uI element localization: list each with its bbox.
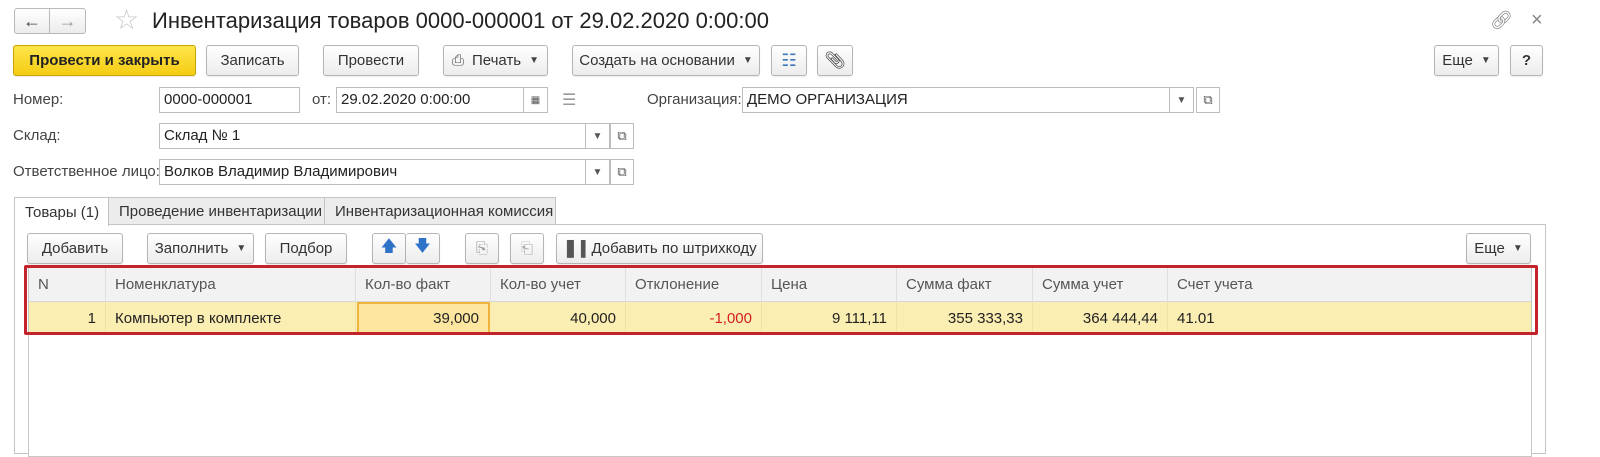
add-button[interactable]: Добавить <box>27 233 123 264</box>
fill-button[interactable]: Заполнить ▼ <box>147 233 254 264</box>
table-header: N Номенклатура Кол-во факт Кол-во учет О… <box>29 268 1531 302</box>
copy-button[interactable]: ⎘ <box>465 233 499 264</box>
move-down-button[interactable]: 🡇︎ <box>406 233 440 264</box>
post-and-close-button[interactable]: Провести и закрыть <box>13 45 196 76</box>
warehouse-label: Склад: <box>13 127 61 144</box>
chevron-down-icon[interactable]: ▼ <box>1170 87 1194 113</box>
create-based-on-button[interactable]: Создать на основании ▼ <box>572 45 760 76</box>
column-header-qty-fact[interactable]: Кол-во факт <box>356 268 491 302</box>
column-header-n[interactable]: N <box>29 268 106 302</box>
arrow-up-icon: 🡅︎ <box>380 238 398 255</box>
chevron-down-icon[interactable]: ▼ <box>586 159 610 185</box>
open-icon[interactable]: ⧉ <box>610 159 634 185</box>
attach-button[interactable]: 📎︎ <box>817 45 853 76</box>
paperclip-icon: 📎︎ <box>824 50 846 70</box>
help-button[interactable]: ? <box>1510 45 1543 76</box>
close-icon[interactable]: × <box>1531 8 1543 32</box>
paste-icon: ⎗ <box>520 240 533 257</box>
barcode-icon: ▐▌▐ <box>562 239 585 258</box>
structure-icon: ☷ <box>781 50 797 70</box>
cell-price[interactable]: 9 111,11 <box>762 302 897 335</box>
table-more-label: Еще <box>1474 240 1505 257</box>
responsible-label: Ответственное лицо: <box>13 163 160 180</box>
column-header-deviation[interactable]: Отклонение <box>626 268 762 302</box>
number-field[interactable]: 0000-000001 <box>159 87 300 113</box>
column-header-account[interactable]: Счет учета <box>1168 268 1531 302</box>
tab-inventory-commission[interactable]: Инвентаризационная комиссия <box>324 197 556 225</box>
structure-button[interactable]: ☷ <box>771 45 807 76</box>
link-icon[interactable]: 🔗︎ <box>1490 8 1513 32</box>
column-header-item[interactable]: Номенклатура <box>106 268 356 302</box>
cell-item[interactable]: Компьютер в комплекте <box>106 302 356 335</box>
chevron-down-icon: ▼ <box>742 55 753 66</box>
page-title: Инвентаризация товаров 0000-000001 от 29… <box>152 8 769 33</box>
chevron-down-icon: ▼ <box>1512 243 1523 254</box>
warehouse-field[interactable]: Склад № 1 <box>159 123 586 149</box>
create-based-label: Создать на основании <box>579 52 735 69</box>
print-label: Печать <box>471 52 522 69</box>
add-by-barcode-button[interactable]: ▐▌▐ Добавить по штрихкоду <box>556 233 763 264</box>
column-header-sum-book[interactable]: Сумма учет <box>1033 268 1168 302</box>
tab-goods[interactable]: Товары (1) <box>14 197 109 226</box>
table-more-button[interactable]: Еще ▼ <box>1466 233 1531 264</box>
add-by-barcode-label: Добавить по штрихкоду <box>591 240 757 257</box>
cell-qty-fact[interactable]: 39,000 <box>357 302 490 335</box>
more-label: Еще <box>1442 52 1473 69</box>
printer-icon: ⎙ <box>451 52 464 69</box>
calendar-icon[interactable]: ▦ <box>524 87 548 113</box>
number-label: Номер: <box>13 91 64 108</box>
column-header-price[interactable]: Цена <box>762 268 897 302</box>
cell-sum-fact: 355 333,33 <box>897 302 1033 335</box>
back-button[interactable]: ← <box>14 8 50 34</box>
tab-inventory-process[interactable]: Проведение инвентаризации <box>108 197 325 225</box>
column-header-qty-book[interactable]: Кол-во учет <box>491 268 626 302</box>
date-field[interactable]: 29.02.2020 0:00:00 <box>336 87 524 113</box>
table-row[interactable]: 1 Компьютер в комплекте 39,000 40,000 -1… <box>29 302 1531 335</box>
column-header-sum-fact[interactable]: Сумма факт <box>897 268 1033 302</box>
arrow-left-icon: ← <box>23 10 41 31</box>
goods-table[interactable]: N Номенклатура Кол-во факт Кол-во учет О… <box>28 267 1532 457</box>
organization-label: Организация: <box>647 91 742 108</box>
chevron-down-icon[interactable]: ▼ <box>586 123 610 149</box>
move-up-button[interactable]: 🡅︎ <box>372 233 406 264</box>
fill-label: Заполнить <box>154 240 229 257</box>
organization-field[interactable]: ДЕМО ОРГАНИЗАЦИЯ <box>742 87 1170 113</box>
more-button[interactable]: Еще ▼ <box>1434 45 1499 76</box>
copy-icon: ⎘ <box>475 240 488 257</box>
pick-button[interactable]: Подбор <box>265 233 347 264</box>
arrow-down-icon: 🡇︎ <box>414 238 431 255</box>
paste-button[interactable]: ⎗ <box>510 233 544 264</box>
date-label: от: <box>312 91 332 108</box>
cell-account[interactable]: 41.01 <box>1168 302 1531 335</box>
star-icon[interactable]: ☆ <box>114 5 139 35</box>
responsible-field[interactable]: Волков Владимир Владимирович <box>159 159 586 185</box>
chevron-down-icon: ▼ <box>529 55 540 66</box>
forward-button[interactable]: → <box>50 8 86 34</box>
cell-sum-book: 364 444,44 <box>1033 302 1168 335</box>
cell-qty-book: 40,000 <box>491 302 626 335</box>
save-button[interactable]: Записать <box>206 45 299 76</box>
cell-deviation: -1,000 <box>626 302 762 335</box>
print-button[interactable]: ⎙ Печать ▼ <box>443 45 548 76</box>
chevron-down-icon: ▼ <box>236 243 247 254</box>
document-history-icon[interactable]: ☰ <box>562 90 576 110</box>
post-button[interactable]: Провести <box>323 45 419 76</box>
chevron-down-icon: ▼ <box>1480 55 1491 66</box>
open-icon[interactable]: ⧉ <box>1196 87 1220 113</box>
arrow-right-icon: → <box>58 10 77 31</box>
cell-n: 1 <box>29 302 106 335</box>
open-icon[interactable]: ⧉ <box>610 123 634 149</box>
